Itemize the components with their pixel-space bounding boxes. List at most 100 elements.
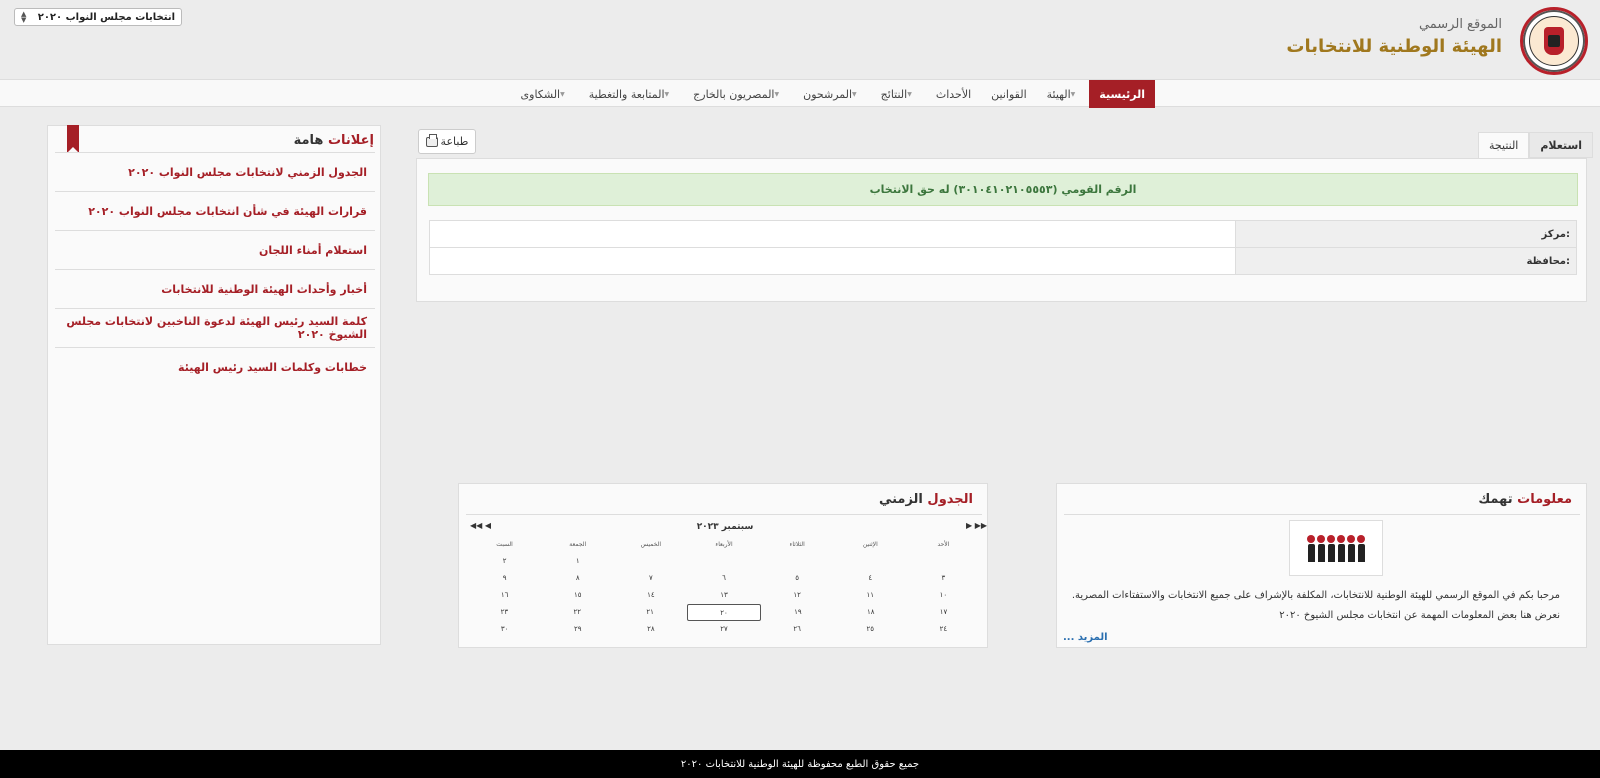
calendar-weekday: الأحد xyxy=(937,541,950,548)
calendar-day[interactable]: ٢٩ xyxy=(541,621,614,638)
table-row: مركز: xyxy=(429,220,1577,248)
print-label: طباعة xyxy=(440,135,469,148)
nav-item-7[interactable]: المتابعة والتغطية ▼ xyxy=(579,80,683,108)
announcement-link[interactable]: قرارات الهيئة في شأن انتخابات مجلس النوا… xyxy=(55,191,375,230)
calendar-day[interactable]: ١٦ xyxy=(468,587,541,604)
nav-item-label: الرئيسية xyxy=(1099,87,1145,101)
info-text-details: نعرض هنا بعض المعلومات المهمة عن انتخابا… xyxy=(1279,610,1560,621)
calendar-title: الجدول الزمني xyxy=(879,492,973,507)
calendar-title-b: الزمني xyxy=(878,492,923,507)
calendar-day[interactable]: ٨ xyxy=(541,570,614,587)
governorate-value xyxy=(429,247,1236,275)
calendar-weekday: الأربعاء xyxy=(715,541,733,548)
nav-item-5[interactable]: المرشحون ▼ xyxy=(793,80,871,108)
calendar-day[interactable]: ١٨ xyxy=(834,604,907,621)
calendar-day[interactable]: ٢٦ xyxy=(761,621,834,638)
calendar-day[interactable]: ١٢ xyxy=(761,587,834,604)
nav-item-2[interactable]: القوانين xyxy=(981,80,1036,108)
calendar-day[interactable]: ١٥ xyxy=(541,587,614,604)
site-subtitle: الموقع الرسمي xyxy=(1418,17,1502,32)
calendar-day xyxy=(907,553,980,570)
nav-item-4[interactable]: النتائج ▼ xyxy=(871,80,926,108)
calendar-day[interactable]: ١٩ xyxy=(761,604,834,621)
election-select[interactable]: ▲ ▼ انتخابات مجلس النواب ٢٠٢٠ xyxy=(14,8,182,26)
calendar-day[interactable]: ١٤ xyxy=(614,587,687,604)
nav-item-label: الأحداث xyxy=(935,87,972,101)
more-link[interactable]: المزيد ... xyxy=(1063,632,1108,643)
calendar-next-icon[interactable]: ▶ ▶▶ xyxy=(966,521,987,530)
select-arrows-icon: ▲ ▼ xyxy=(21,10,27,24)
calendar-day[interactable]: ١٧ xyxy=(907,604,980,621)
announcement-link[interactable]: كلمة السيد رئيس الهيئة لدعوة الناخبين لا… xyxy=(55,308,375,347)
calendar-day[interactable]: ٦ xyxy=(687,570,760,587)
calendar-title-a: الجدول xyxy=(927,492,973,507)
nav-item-0[interactable]: الرئيسية xyxy=(1089,80,1155,108)
calendar-day[interactable]: ٢٣ xyxy=(468,604,541,621)
nav-item-label: الشكاوى xyxy=(520,87,561,101)
logo-seal[interactable] xyxy=(1520,7,1588,75)
tab-result[interactable]: النتيجة xyxy=(1478,132,1530,158)
calendar-week-row: ٣٤٥٦٧٨٩ xyxy=(468,570,980,587)
announcements-title-b: هامة xyxy=(293,133,324,148)
nav-item-3[interactable]: الأحداث xyxy=(926,80,981,108)
calendar-day[interactable]: ١ xyxy=(541,553,614,570)
calendar-day[interactable]: ٢٤ xyxy=(907,621,980,638)
calendar-week-row: ٢٤ ٢٥ ٢٦ ٢٧ ٢٨ ٢٩ ٣٠ xyxy=(468,621,980,638)
calendar-day[interactable]: ١٣ xyxy=(687,587,760,604)
info-title-b: تهمك xyxy=(1478,492,1513,507)
voters-illustration xyxy=(1289,520,1383,576)
chevron-down-icon: ▼ xyxy=(1070,90,1076,98)
governorate-label: محافظة: xyxy=(1235,247,1577,275)
calendar-day[interactable]: ٤ xyxy=(834,570,907,587)
table-row: محافظة: xyxy=(429,247,1577,275)
calendar-month: سبتمبر ٢٠٢٣ xyxy=(696,522,754,532)
announcement-link[interactable]: الجدول الزمني لانتخابات مجلس النواب ٢٠٢٠ xyxy=(55,152,375,191)
nav-item-label: القوانين xyxy=(991,87,1027,101)
tab-inquiry[interactable]: استعلام xyxy=(1529,132,1594,158)
printer-icon xyxy=(425,133,438,147)
info-title: معلومات تهمك xyxy=(1478,492,1572,507)
announcements-title: إعلانات هامة xyxy=(294,133,374,148)
calendar-day[interactable]: ٩ xyxy=(468,570,541,587)
calendar-weekday: الإثنين xyxy=(862,541,878,548)
calendar-prev-icon[interactable]: ◀◀ ◀ xyxy=(470,521,491,530)
calendar-day[interactable]: ٢١ xyxy=(614,604,687,621)
announcements-title-a: إعلانات xyxy=(327,133,374,148)
nav-item-label: المصريون بالخارج xyxy=(693,87,775,101)
calendar-day[interactable]: ٧ xyxy=(614,570,687,587)
announcement-link[interactable]: أخبار وأحداث الهيئة الوطنية للانتخابات xyxy=(55,269,375,308)
calendar-day[interactable]: ٢٠ xyxy=(686,604,762,621)
nav-item-6[interactable]: المصريون بالخارج ▼ xyxy=(683,80,793,108)
nav-items: الرئيسية الهيئة ▼ القوانين الأحداث النتائج ▼ ال… xyxy=(511,80,1155,108)
calendar-day[interactable]: ٢٢ xyxy=(541,604,614,621)
nav-item-1[interactable]: الهيئة ▼ xyxy=(1037,80,1090,108)
nav-item-label: المتابعة والتغطية xyxy=(588,87,665,101)
calendar-day[interactable]: ٢ xyxy=(468,553,541,570)
center-value xyxy=(429,220,1236,248)
footer: جميع حقوق الطبع محفوظة للهيئة الوطنية لل… xyxy=(0,750,1600,778)
calendar-week-row: ١٧ ١٨ ١٩ ٢٠ ٢١ ٢٢ ٢٣ xyxy=(468,604,980,621)
calendar-day xyxy=(761,553,834,570)
calendar-day[interactable]: ٥ xyxy=(761,570,834,587)
announcement-link[interactable]: خطابات وكلمات السيد رئيس الهيئة xyxy=(55,347,375,386)
announcements-list: الجدول الزمني لانتخابات مجلس النواب ٢٠٢٠… xyxy=(55,152,375,386)
bookmark-icon xyxy=(67,125,79,153)
calendar-day[interactable]: ٢٨ xyxy=(614,621,687,638)
site-title[interactable]: الهيئة الوطنية للانتخابات xyxy=(1286,36,1502,57)
calendar-day[interactable]: ٣٠ xyxy=(468,621,541,638)
calendar-day[interactable]: ٢٥ xyxy=(834,621,907,638)
calendar-day[interactable]: ٣ xyxy=(907,570,980,587)
calendar-day[interactable]: ١١ xyxy=(834,587,907,604)
announcement-link[interactable]: استعلام أمناء اللجان xyxy=(55,230,375,269)
calendar-day[interactable]: ٢٧ xyxy=(687,621,760,638)
election-select-value: انتخابات مجلس النواب ٢٠٢٠ xyxy=(37,11,175,23)
calendar-weekday: الثلاثاء xyxy=(789,541,805,548)
nav-item-8[interactable]: الشكاوى ▼ xyxy=(511,80,579,108)
calendar-day xyxy=(614,553,687,570)
nav-item-label: النتائج xyxy=(880,87,908,101)
chevron-down-icon: ▼ xyxy=(907,90,912,98)
calendar-day[interactable]: ١٠ xyxy=(907,587,980,604)
voters-icon xyxy=(1307,534,1365,562)
print-button[interactable]: طباعة xyxy=(418,129,476,154)
chevron-down-icon: ▼ xyxy=(560,90,565,98)
